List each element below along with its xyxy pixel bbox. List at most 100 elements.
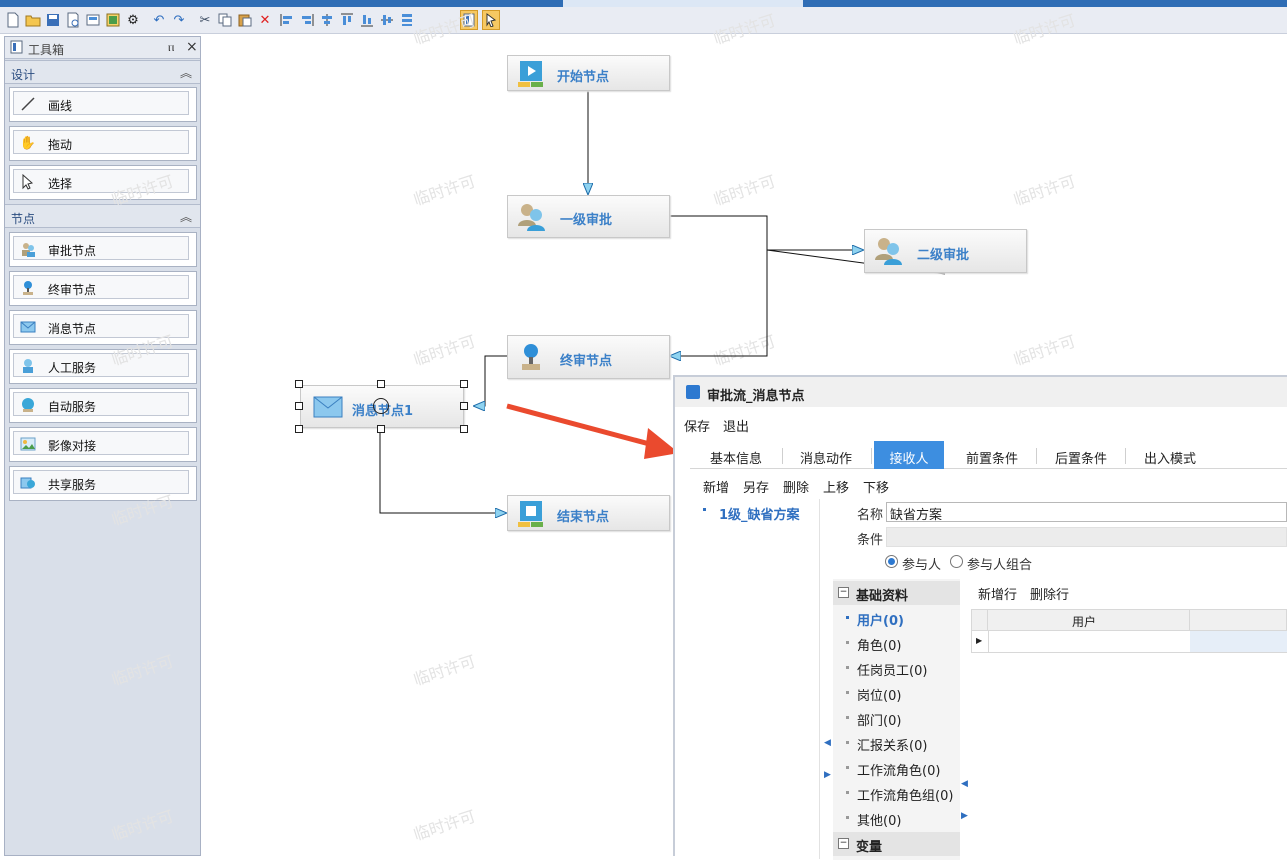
delete-icon[interactable]: ✕	[256, 10, 274, 30]
properties-icon[interactable]	[84, 10, 102, 30]
align-left-icon[interactable]	[278, 10, 296, 30]
pointer-mode-icon[interactable]	[482, 10, 500, 30]
tool-draw-line[interactable]: 画线	[9, 87, 197, 122]
resize-handle[interactable]	[460, 425, 468, 433]
edge-final-to-message[interactable]	[474, 355, 508, 406]
tab-io-mode[interactable]: 出入模式	[1130, 441, 1210, 469]
final-review-node-icon	[19, 280, 37, 296]
node-final-review[interactable]: 终审节点	[507, 335, 670, 379]
tree-item-role[interactable]: 角色(0)	[846, 635, 901, 654]
tab-basic-info[interactable]: 基本信息	[696, 441, 776, 469]
action-delete[interactable]: 删除	[783, 477, 809, 496]
tree-item-department[interactable]: 部门(0)	[846, 710, 901, 729]
tool-drag[interactable]: ✋ 拖动	[9, 126, 197, 161]
node-level1-approval[interactable]: 一级审批	[507, 195, 670, 238]
tab-postcondition[interactable]: 后置条件	[1041, 441, 1121, 469]
section-design-header[interactable]: 设计 ︽	[5, 60, 200, 84]
undo-icon[interactable]: ↶	[150, 10, 168, 30]
section-design-label: 设计	[11, 68, 36, 82]
resize-handle[interactable]	[460, 402, 468, 410]
tree-item-other[interactable]: 其他(0)	[846, 810, 901, 829]
open-icon[interactable]	[24, 10, 42, 30]
pin-icon[interactable]: ⲡ	[168, 40, 174, 55]
align-bottom-icon[interactable]	[358, 10, 376, 30]
node-level2-approval[interactable]: 二级审批	[864, 229, 1027, 273]
action-move-down[interactable]: 下移	[863, 477, 889, 496]
tab-recipients[interactable]: 接收人	[874, 441, 944, 469]
close-icon[interactable]: ×	[186, 39, 198, 55]
tree-item-position[interactable]: 岗位(0)	[846, 685, 901, 704]
toolbox-titlebar: 工具箱 ⲡ ×	[5, 37, 200, 59]
tool-final-review-node[interactable]: 终审节点	[9, 271, 197, 306]
tab-message-action[interactable]: 消息动作	[786, 441, 866, 469]
node-start[interactable]: 开始节点	[507, 55, 670, 91]
grid-column-user[interactable]: 用户	[1072, 613, 1096, 630]
resize-handle[interactable]	[295, 380, 303, 388]
resize-handle[interactable]	[295, 402, 303, 410]
tool-drag-frame: ✋ 拖动	[13, 130, 189, 154]
tool-auto-service[interactable]: 自动服务	[9, 388, 197, 423]
tab-separator	[1036, 448, 1037, 464]
tree-collapse-icon[interactable]: −	[838, 587, 849, 598]
menu-exit[interactable]: 退出	[723, 416, 749, 435]
section-nodes-header[interactable]: 节点 ︽	[5, 204, 200, 228]
scheme-item[interactable]: 1级_缺省方案	[719, 504, 800, 523]
export-icon[interactable]	[104, 10, 122, 30]
expand-right-arrow-icon[interactable]: ▶	[824, 770, 831, 780]
align-right-icon[interactable]	[298, 10, 316, 30]
tool-approval-node[interactable]: 审批节点	[9, 232, 197, 267]
cut-icon[interactable]: ✂	[196, 10, 214, 30]
tree-collapse-icon[interactable]: −	[838, 838, 849, 849]
menu-save[interactable]: 保存	[684, 416, 710, 435]
align-top-icon[interactable]	[338, 10, 356, 30]
tree-item-workflow-role-group[interactable]: 工作流角色组(0)	[846, 785, 953, 804]
grid-delete-row[interactable]: 删除行	[1030, 584, 1069, 603]
grid-row[interactable]: ▶	[971, 631, 1287, 653]
align-middle-icon[interactable]	[378, 10, 396, 30]
new-icon[interactable]	[4, 10, 22, 30]
resize-handle[interactable]	[377, 425, 385, 433]
tree-category-basic[interactable]: − 基础资料	[833, 581, 960, 605]
radio-participant-group[interactable]	[950, 555, 963, 568]
collapse-left-arrow-icon[interactable]: ◀	[824, 738, 831, 748]
expand-right-arrow-icon[interactable]: ▶	[961, 811, 968, 821]
scheme-list: 1级_缺省方案	[695, 499, 820, 859]
resize-handle[interactable]	[460, 380, 468, 388]
tree-item-post-employee[interactable]: 任岗员工(0)	[846, 660, 927, 679]
dialog-title: 审批流_消息节点	[707, 389, 805, 404]
tree-bullet	[846, 666, 849, 669]
node-end[interactable]: 结束节点	[507, 495, 670, 531]
collapse-chevron-icon[interactable]: ︽	[180, 208, 192, 225]
radio-participant[interactable]	[885, 555, 898, 568]
resize-handle[interactable]	[377, 380, 385, 388]
action-save-as[interactable]: 另存	[743, 477, 769, 496]
tab-strip-active[interactable]	[563, 0, 803, 7]
tool-image-interface[interactable]: 影像对接	[9, 427, 197, 462]
edge-level1-to-final[interactable]	[670, 250, 768, 356]
node-properties-dialog: 审批流_消息节点 保存 退出 基本信息 消息动作 接收人 前置条件 后置条件 出…	[673, 375, 1287, 860]
rotate-handle[interactable]	[373, 398, 389, 414]
collapse-left-arrow-icon[interactable]: ◀	[961, 779, 968, 789]
edge-level1-to-level2[interactable]	[670, 215, 863, 250]
collapse-chevron-icon[interactable]: ︽	[180, 64, 192, 81]
edge-message-to-end[interactable]	[379, 430, 506, 513]
condition-input[interactable]	[886, 527, 1287, 547]
paste-icon[interactable]	[236, 10, 254, 30]
name-input[interactable]: 缺省方案	[886, 502, 1287, 523]
print-preview-icon[interactable]	[64, 10, 82, 30]
settings-gear-icon[interactable]: ⚙	[124, 10, 142, 30]
copy-icon[interactable]	[216, 10, 234, 30]
save-icon[interactable]	[44, 10, 62, 30]
tool-manual-service[interactable]: 人工服务	[9, 349, 197, 384]
grid-add-row[interactable]: 新增行	[978, 584, 1017, 603]
action-move-up[interactable]: 上移	[823, 477, 849, 496]
resize-handle[interactable]	[295, 425, 303, 433]
redo-icon[interactable]: ↷	[170, 10, 188, 30]
tab-precondition[interactable]: 前置条件	[952, 441, 1032, 469]
tree-category-variables[interactable]: − 变量	[833, 832, 960, 856]
align-center-icon[interactable]	[318, 10, 336, 30]
tree-item-workflow-role[interactable]: 工作流角色(0)	[846, 760, 940, 779]
tree-item-reporting[interactable]: 汇报关系(0)	[846, 735, 927, 754]
tree-item-user[interactable]: 用户(0)	[846, 610, 904, 629]
action-add[interactable]: 新增	[703, 477, 729, 496]
